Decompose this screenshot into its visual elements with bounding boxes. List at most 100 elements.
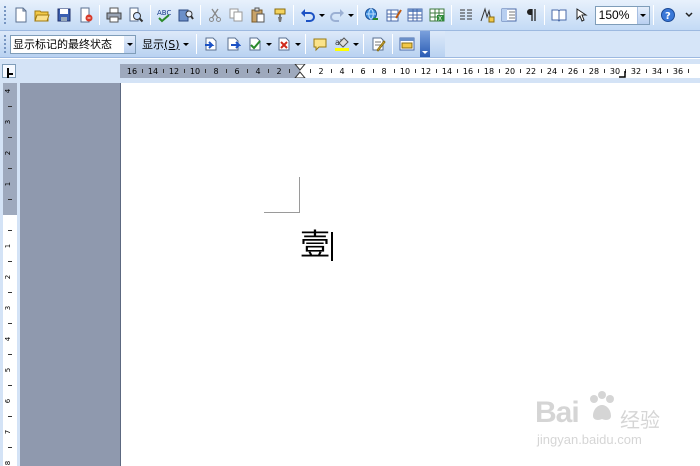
tab-selector-icon[interactable] [2, 64, 16, 78]
toolbar-grip[interactable] [3, 34, 7, 54]
watermark: Bai 经验 jingyan.baidu.com [535, 390, 695, 460]
next-change-icon[interactable] [222, 33, 243, 55]
open-folder-icon[interactable] [32, 4, 53, 26]
document-text[interactable]: 壹 [300, 226, 330, 266]
chevron-down-icon[interactable] [124, 35, 135, 53]
toolbar-separator [652, 5, 654, 25]
ruler-number: 6 [360, 67, 365, 76]
ruler-number: 30 [610, 67, 620, 76]
permission-icon[interactable] [75, 4, 96, 26]
toolbar-grip[interactable] [3, 5, 7, 25]
horizontal-ruler-scale: 16 14 12 10 8 6 4 2 2 4 6 8 10 12 14 16 18 20 22 24 26 28 30 32… [127, 64, 689, 78]
toolbar-overflow-button[interactable] [419, 31, 430, 57]
reading-layout-icon[interactable] [549, 4, 570, 26]
accept-change-dropdown[interactable] [266, 33, 273, 55]
toolbar-background [445, 31, 700, 58]
track-changes-icon[interactable] [367, 33, 388, 55]
ruler-number: 2 [276, 67, 281, 76]
insert-excel-icon[interactable]: X [427, 4, 448, 26]
ruler-number: 10 [190, 67, 200, 76]
research-icon[interactable] [176, 4, 197, 26]
print-preview-icon[interactable] [126, 4, 147, 26]
ruler-number: 1 [4, 244, 12, 248]
ruler-number: 22 [526, 67, 536, 76]
ruler-number: 20 [505, 67, 515, 76]
hyperlink-icon[interactable] [362, 4, 383, 26]
chevron-down-icon[interactable] [636, 6, 649, 24]
new-comment-icon[interactable] [309, 33, 330, 55]
toolbar-separator [199, 5, 201, 25]
horizontal-ruler-bar: 16 14 12 10 8 6 4 2 2 4 6 8 10 12 14 16 18 20 22 24 26 28 30 32… [0, 59, 700, 83]
toolbar-options-icon[interactable] [679, 4, 700, 26]
save-icon[interactable] [54, 4, 75, 26]
redo-dropdown[interactable] [348, 4, 355, 26]
spelling-icon[interactable]: ABC [154, 4, 175, 26]
text-boundary-corner [299, 177, 300, 213]
ruler-number: 5 [4, 368, 12, 372]
reviewing-pane-icon[interactable] [396, 33, 417, 55]
document-background [20, 83, 120, 466]
reject-change-icon[interactable] [273, 33, 294, 55]
toolbar-separator [293, 5, 295, 25]
format-painter-icon[interactable] [269, 4, 290, 26]
zoom-select[interactable]: 150% [594, 5, 650, 25]
ruler-number: 14 [442, 67, 452, 76]
ruler-number: 16 [127, 67, 137, 76]
ruler-number: 3 [4, 306, 12, 310]
ruler-number: 8 [381, 67, 386, 76]
columns-icon[interactable] [455, 4, 476, 26]
tables-borders-icon[interactable] [384, 4, 405, 26]
ruler-number: 4 [339, 67, 344, 76]
ruler-number: 26 [568, 67, 578, 76]
accept-change-icon[interactable] [244, 33, 265, 55]
ruler-number: 28 [589, 67, 599, 76]
hanging-indent-marker[interactable] [294, 71, 306, 78]
reject-change-dropdown[interactable] [295, 33, 302, 55]
ruler-number: 32 [631, 67, 641, 76]
ruler-number: 3 [4, 120, 12, 124]
undo-icon[interactable] [298, 4, 319, 26]
new-document-icon[interactable] [10, 4, 31, 26]
previous-change-icon[interactable] [200, 33, 221, 55]
copy-icon[interactable] [226, 4, 247, 26]
ruler-number: 10 [400, 67, 410, 76]
svg-text:?: ? [665, 11, 671, 22]
paw-logo-icon [590, 391, 614, 420]
insert-table-icon[interactable] [405, 4, 426, 26]
highlight-icon[interactable]: ab [331, 33, 352, 55]
print-icon[interactable] [104, 4, 125, 26]
redo-icon[interactable] [326, 4, 347, 26]
markup-view-select[interactable]: 显示标记的最终状态 [10, 34, 136, 54]
ruler-number: 8 [4, 461, 12, 465]
reviewing-toolbar: 显示标记的最终状态 显示(S) ab [0, 31, 445, 58]
caret-down-icon [182, 42, 189, 46]
zoom-cursor-icon[interactable] [571, 4, 592, 26]
undo-dropdown[interactable] [319, 4, 326, 26]
toolbar-separator [195, 34, 197, 54]
standard-toolbar: ABC X 150% ? [0, 0, 700, 31]
show-hide-icon[interactable] [520, 4, 541, 26]
ruler-number: 12 [169, 67, 179, 76]
show-menu-label: 显示 [142, 38, 164, 51]
ruler-number: 34 [652, 67, 662, 76]
document-map-icon[interactable] [499, 4, 520, 26]
ruler-number: 36 [673, 67, 683, 76]
first-line-indent-marker[interactable] [294, 64, 306, 71]
cut-icon[interactable] [204, 4, 225, 26]
vertical-ruler-scale: 4 3 2 1 1 2 3 4 5 6 7 8 [4, 88, 12, 465]
help-icon[interactable]: ? [657, 4, 678, 26]
watermark-url: jingyan.baidu.com [537, 432, 642, 447]
ruler-number: 2 [318, 67, 323, 76]
text-boundary-corner [264, 212, 300, 213]
watermark-brand-cn: 经验 [620, 408, 660, 432]
show-menu-accelerator: (S) [164, 37, 180, 51]
vertical-ruler[interactable]: 4 3 2 1 1 2 3 4 5 6 7 8 [3, 83, 17, 466]
paste-icon[interactable] [248, 4, 269, 26]
horizontal-ruler[interactable]: 16 14 12 10 8 6 4 2 2 4 6 8 10 12 14 16 18 20 22 24 26 28 30 32… [120, 64, 700, 78]
ruler-number: 14 [148, 67, 158, 76]
toolbar-separator [362, 34, 364, 54]
drawing-icon[interactable] [477, 4, 498, 26]
show-menu-button[interactable]: 显示 (S) [138, 34, 193, 54]
toolbar-separator [357, 5, 359, 25]
highlight-dropdown[interactable] [353, 33, 360, 55]
